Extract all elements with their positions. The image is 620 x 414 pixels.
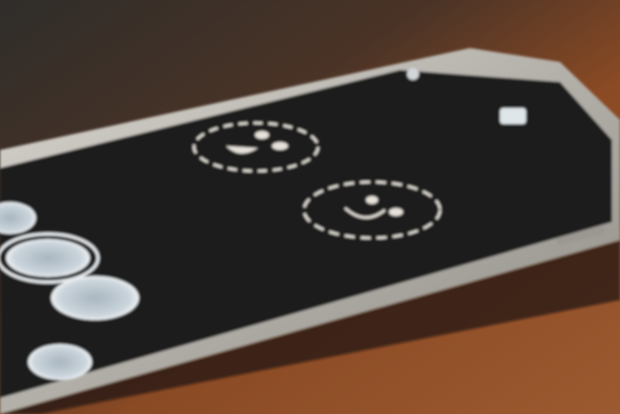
photo-scene [0,0,620,414]
bubble-3 [51,276,139,320]
square-icon [500,108,526,124]
camera-dot [407,68,419,80]
bubble-4 [28,344,92,380]
bubble-2 [0,232,100,284]
